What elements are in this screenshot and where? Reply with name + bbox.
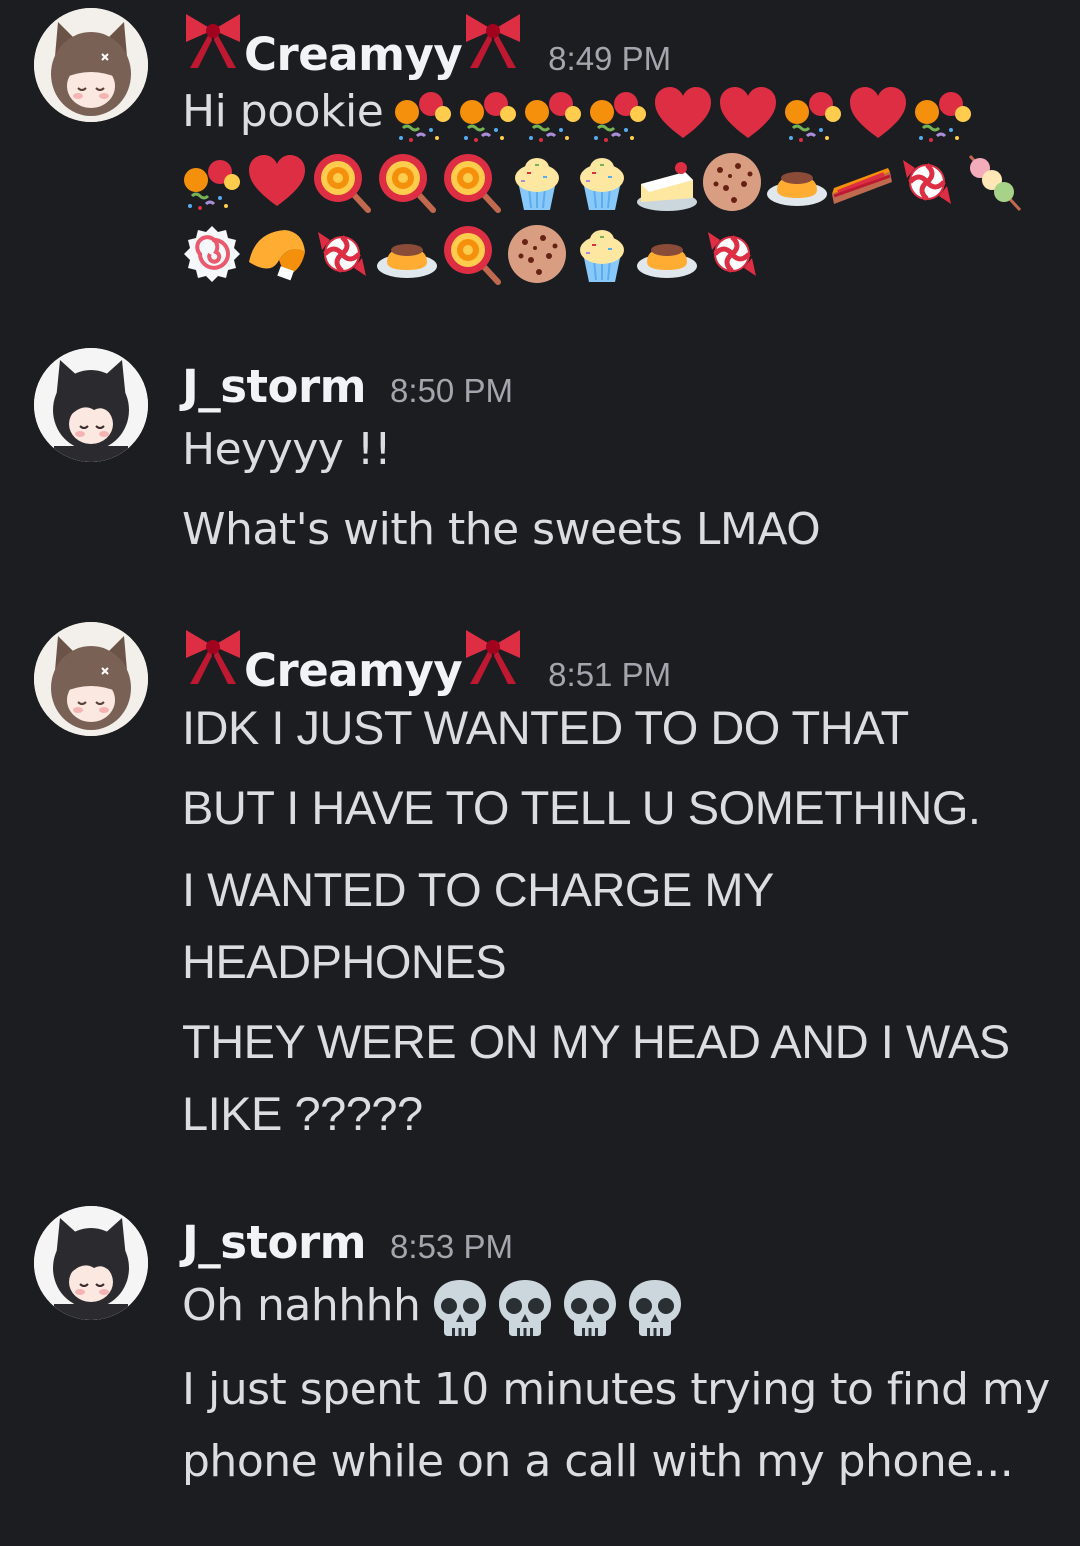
confetti-candy-icon[interactable] <box>781 82 845 146</box>
message-text: HEADPHONES <box>182 935 507 988</box>
timestamp: 8:51 PM <box>548 656 672 693</box>
message-text: What's with the sweets LMAO <box>182 504 821 555</box>
confetti-candy-icon[interactable] <box>521 82 585 146</box>
dango-icon[interactable] <box>960 150 1024 214</box>
confetti-candy-icon[interactable] <box>456 82 520 146</box>
timestamp: 8:49 PM <box>548 40 672 77</box>
confetti-candy-icon[interactable] <box>911 82 975 146</box>
cupcake-icon[interactable] <box>570 222 634 286</box>
username[interactable]: Creamyy <box>244 28 463 81</box>
username[interactable]: J_storm <box>182 360 367 413</box>
ribbon-bow-icon <box>182 626 244 686</box>
message-text: Oh nahhhh <box>182 1276 688 1340</box>
username[interactable]: Creamyy <box>244 644 463 697</box>
lollipop-icon[interactable] <box>310 150 374 214</box>
timestamp: 8:53 PM <box>390 1228 513 1265</box>
avatar[interactable] <box>34 8 148 122</box>
confetti-candy-icon[interactable] <box>391 82 455 146</box>
message-text: THEY WERE ON MY HEAD AND I WAS <box>182 1015 1010 1068</box>
message-text: phone while on a call with my phone... <box>182 1436 1014 1487</box>
pie-icon[interactable] <box>830 150 894 214</box>
skull-icon[interactable] <box>558 1276 622 1340</box>
emoji-inline-list <box>391 82 976 146</box>
timestamp: 8:50 PM <box>390 372 513 409</box>
message-header: Creamyy 8:51 PM <box>182 626 671 697</box>
skull-icon[interactable] <box>428 1276 492 1340</box>
fish-cake-icon[interactable] <box>180 222 244 286</box>
ribbon-bow-icon <box>462 10 524 70</box>
message-header: Creamyy 8:49 PM <box>182 10 671 81</box>
message-text: LIKE ????? <box>182 1087 423 1140</box>
lollipop-icon[interactable] <box>440 222 504 286</box>
skull-icon[interactable] <box>493 1276 557 1340</box>
cupcake-icon[interactable] <box>570 150 634 214</box>
lollipop-icon[interactable] <box>375 150 439 214</box>
cupcake-icon[interactable] <box>505 150 569 214</box>
confetti-candy-icon[interactable] <box>180 150 244 214</box>
emoji-row <box>180 150 1025 214</box>
ribbon-bow-icon <box>182 10 244 70</box>
confetti-candy-icon[interactable] <box>586 82 650 146</box>
heart-icon[interactable] <box>846 82 910 146</box>
message-text: Hi pookie <box>182 82 976 146</box>
emoji-inline-list <box>428 1276 688 1340</box>
custard-icon[interactable] <box>765 150 829 214</box>
heart-icon[interactable] <box>651 82 715 146</box>
message-header: J_storm 8:50 PM <box>182 360 513 413</box>
message-text: IDK I JUST WANTED TO DO THAT <box>182 701 909 754</box>
message-text-content: Hi pookie <box>182 86 384 137</box>
custard-icon[interactable] <box>635 222 699 286</box>
message-header: J_storm 8:53 PM <box>182 1216 513 1269</box>
candy-icon[interactable] <box>700 222 764 286</box>
custard-icon[interactable] <box>375 222 439 286</box>
cake-slice-icon[interactable] <box>635 150 699 214</box>
message-text: I just spent 10 minutes trying to find m… <box>182 1364 1050 1415</box>
skull-icon[interactable] <box>623 1276 687 1340</box>
lollipop-icon[interactable] <box>440 150 504 214</box>
message-text: BUT I HAVE TO TELL U SOMETHING. <box>182 781 981 834</box>
cookie-icon[interactable] <box>505 222 569 286</box>
message-text: Heyyyy !! <box>182 424 392 475</box>
cookie-icon[interactable] <box>700 150 764 214</box>
avatar[interactable] <box>34 622 148 736</box>
candy-icon[interactable] <box>310 222 374 286</box>
username[interactable]: J_storm <box>182 1216 367 1269</box>
heart-icon[interactable] <box>716 82 780 146</box>
fortune-cookie-icon[interactable] <box>245 222 309 286</box>
heart-icon[interactable] <box>245 150 309 214</box>
avatar[interactable] <box>34 1206 148 1320</box>
emoji-row <box>180 222 765 286</box>
candy-icon[interactable] <box>895 150 959 214</box>
message-text: I WANTED TO CHARGE MY <box>182 863 774 916</box>
message-text-content: Oh nahhhh <box>182 1280 421 1331</box>
avatar[interactable] <box>34 348 148 462</box>
ribbon-bow-icon <box>462 626 524 686</box>
